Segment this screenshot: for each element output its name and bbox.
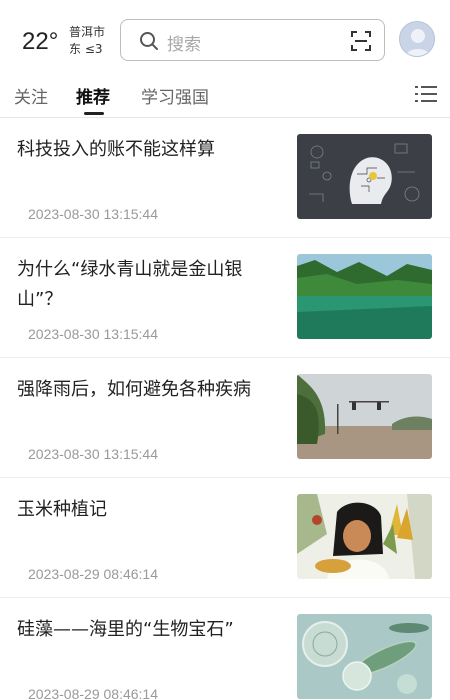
- channel-tabs: 关注 推荐 学习强国: [0, 70, 450, 118]
- article-time: 2023-08-29 08:46:14: [28, 566, 158, 582]
- search-icon: [139, 31, 159, 55]
- top-header: 22° 普洱市 东 ≤3 搜索: [0, 0, 450, 70]
- article-title[interactable]: 为什么“绿水青山就是金山银山”？: [17, 255, 275, 315]
- list-item[interactable]: 硅藻——海里的“生物宝石” 2023-08-29 08:46:14: [0, 598, 450, 700]
- temperature: 22°: [22, 28, 59, 55]
- article-title[interactable]: 玉米种植记: [17, 495, 275, 525]
- article-title[interactable]: 科技投入的账不能这样算: [17, 135, 275, 165]
- article-time: 2023-08-30 13:15:44: [28, 206, 158, 222]
- article-time: 2023-08-29 08:46:14: [28, 686, 158, 700]
- corn-farmer-painting-image[interactable]: [297, 494, 432, 579]
- list-item[interactable]: 为什么“绿水青山就是金山银山”？ 2023-08-30 13:15:44: [0, 238, 450, 358]
- tech-head-image[interactable]: [297, 134, 432, 219]
- flooded-street-image[interactable]: [297, 374, 432, 459]
- news-feed: 科技投入的账不能这样算 2023-08-30 13:15:44 为什么“绿水青山…: [0, 118, 450, 700]
- tab-follow[interactable]: 关注: [14, 83, 48, 108]
- weather-location: 普洱市 东 ≤3: [69, 24, 105, 58]
- article-title[interactable]: 强降雨后，如何避免各种疾病: [17, 375, 275, 405]
- list-item[interactable]: 玉米种植记 2023-08-29 08:46:14: [0, 478, 450, 598]
- tab-xuexi-qiangguo[interactable]: 学习强国: [141, 83, 209, 108]
- article-time: 2023-08-30 13:15:44: [28, 446, 158, 462]
- article-title[interactable]: 硅藻——海里的“生物宝石”: [17, 615, 275, 645]
- list-item[interactable]: 科技投入的账不能这样算 2023-08-30 13:15:44: [0, 118, 450, 238]
- city-name: 普洱市: [69, 25, 106, 39]
- diatom-image[interactable]: [297, 614, 432, 699]
- scan-icon[interactable]: [350, 30, 372, 56]
- list-menu-icon[interactable]: [415, 84, 437, 108]
- wind-info: 东 ≤3: [69, 42, 103, 56]
- search-box[interactable]: 搜索: [120, 19, 385, 61]
- article-time: 2023-08-30 13:15:44: [28, 326, 158, 342]
- avatar[interactable]: [399, 21, 435, 57]
- active-tab-indicator: [84, 112, 104, 115]
- green-mountain-lake-image[interactable]: [297, 254, 432, 339]
- tab-recommend[interactable]: 推荐: [76, 83, 110, 108]
- list-item[interactable]: 强降雨后，如何避免各种疾病 2023-08-30 13:15:44: [0, 358, 450, 478]
- search-placeholder: 搜索: [167, 35, 201, 55]
